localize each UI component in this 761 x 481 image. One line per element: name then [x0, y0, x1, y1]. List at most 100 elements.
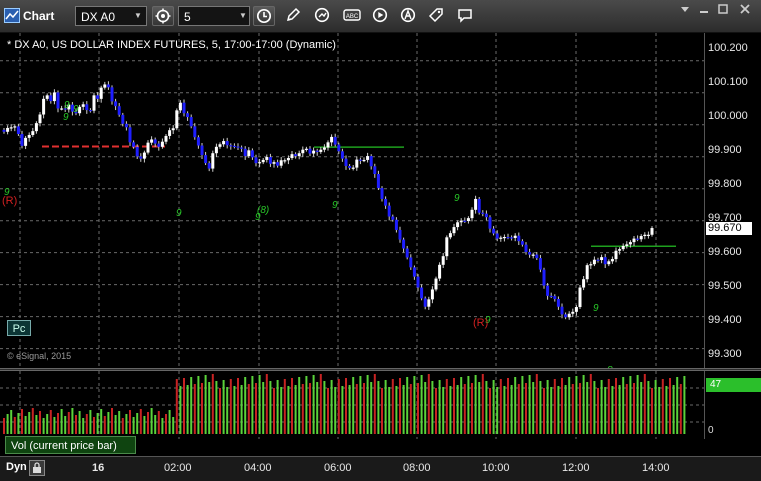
volume-bar [535, 374, 538, 434]
label-button[interactable]: ABC [341, 6, 363, 26]
symbol-dropdown-icon[interactable]: ▼ [131, 7, 145, 25]
candle-body [607, 261, 611, 265]
candle-body [92, 95, 96, 111]
candle-body [445, 237, 449, 257]
maximize-icon [718, 4, 728, 14]
volume-bar [435, 388, 437, 434]
refresh-button[interactable] [312, 6, 334, 26]
volume-bar [499, 379, 502, 434]
link-button[interactable] [152, 6, 174, 26]
volume-bar [532, 382, 535, 434]
volume-bar [643, 374, 646, 434]
volume-bar [13, 417, 16, 434]
dynamic-toggle-button[interactable] [29, 460, 45, 476]
volume-bar [449, 386, 452, 434]
candle-body [114, 101, 118, 107]
volume-bar [618, 385, 621, 434]
time-label: 06:00 [324, 462, 352, 474]
text-button[interactable] [398, 6, 420, 26]
volume-bar [193, 384, 196, 434]
candle-body [157, 143, 161, 147]
volume-axis: 47 0 [704, 371, 761, 439]
tag-button[interactable] [426, 6, 448, 26]
candle-body [121, 114, 125, 124]
candle-body [510, 237, 514, 239]
menu-button[interactable] [676, 2, 694, 16]
candle-body [477, 198, 481, 213]
candle-body [236, 146, 240, 148]
volume-bar [442, 387, 445, 434]
volume-bar [301, 384, 304, 434]
volume-bar [327, 388, 329, 434]
tag-icon [428, 8, 443, 23]
volume-bar [21, 409, 23, 434]
candle-body [9, 127, 13, 129]
candle-body [646, 234, 650, 236]
volume-bar [265, 374, 268, 434]
minimize-button[interactable] [695, 2, 713, 16]
candle-body [470, 209, 474, 219]
candle-body [326, 142, 330, 148]
volume-bar [431, 381, 434, 434]
candle-body [250, 150, 254, 158]
volume-bar [244, 377, 247, 434]
volume-pane[interactable] [0, 371, 704, 439]
volume-bar [183, 378, 185, 434]
volume-bar [60, 409, 63, 434]
volume-bar [111, 408, 113, 434]
link-icon [155, 8, 171, 24]
volume-bar [575, 376, 578, 434]
price-axis[interactable]: 100.200 100.100 100.000 99.900 99.800 99… [704, 33, 761, 368]
comment-button[interactable] [455, 6, 477, 26]
time-label: 12:00 [562, 462, 590, 474]
candle-body [150, 139, 154, 143]
candle-body [225, 141, 229, 146]
clock-button[interactable] [253, 6, 275, 26]
time-axis[interactable]: Dyn 16 02:00 04:00 06:00 08:00 10:00 12:… [0, 456, 761, 481]
volume-bar [597, 388, 599, 434]
volume-bar [219, 388, 221, 434]
volume-bar [381, 388, 383, 434]
play-button[interactable] [370, 6, 392, 26]
maximize-button[interactable] [714, 2, 732, 16]
volume-bar [139, 409, 142, 434]
volume-bar [496, 387, 499, 434]
volume-bar [247, 384, 250, 434]
volume-bar [676, 377, 679, 434]
volume-bar [226, 387, 229, 434]
volume-bar [251, 376, 254, 434]
volume-bar [521, 376, 524, 434]
interval-dropdown-icon[interactable]: ▼ [236, 7, 250, 25]
volume-bar [24, 416, 27, 434]
candle-body [49, 95, 53, 102]
candle-body [546, 285, 550, 296]
pc-button[interactable]: Pc [7, 320, 31, 336]
dynamic-label: Dyn [6, 461, 27, 473]
volume-bar [190, 377, 193, 434]
volume-bar [467, 376, 470, 434]
volume-bar [179, 386, 182, 434]
volume-bar [114, 415, 117, 434]
volume-bar [427, 374, 430, 434]
candle-body [168, 130, 172, 136]
candle-body [502, 236, 506, 239]
price-chart-pane[interactable]: 9999(8)99998999(R)(R) * DX A0, US DOLLAR… [0, 33, 704, 386]
volume-bar [370, 382, 373, 434]
candle-body [600, 257, 604, 261]
close-button[interactable] [736, 2, 754, 16]
volume-study-label[interactable]: Vol (current price bar) [5, 436, 136, 454]
volume-bar [348, 385, 351, 434]
volume-bar [262, 382, 265, 434]
volume-zero-label: 0 [708, 425, 714, 436]
draw-button[interactable] [283, 6, 305, 26]
volume-bar [503, 386, 506, 434]
candle-body [106, 84, 110, 88]
candle-body [110, 87, 114, 102]
candle-body [139, 156, 143, 159]
time-label: 10:00 [482, 462, 510, 474]
volume-bar [679, 384, 682, 434]
candle-body [481, 212, 485, 214]
volume-bar [269, 381, 272, 434]
volume-bar [510, 385, 513, 434]
volume-bar [553, 379, 556, 434]
